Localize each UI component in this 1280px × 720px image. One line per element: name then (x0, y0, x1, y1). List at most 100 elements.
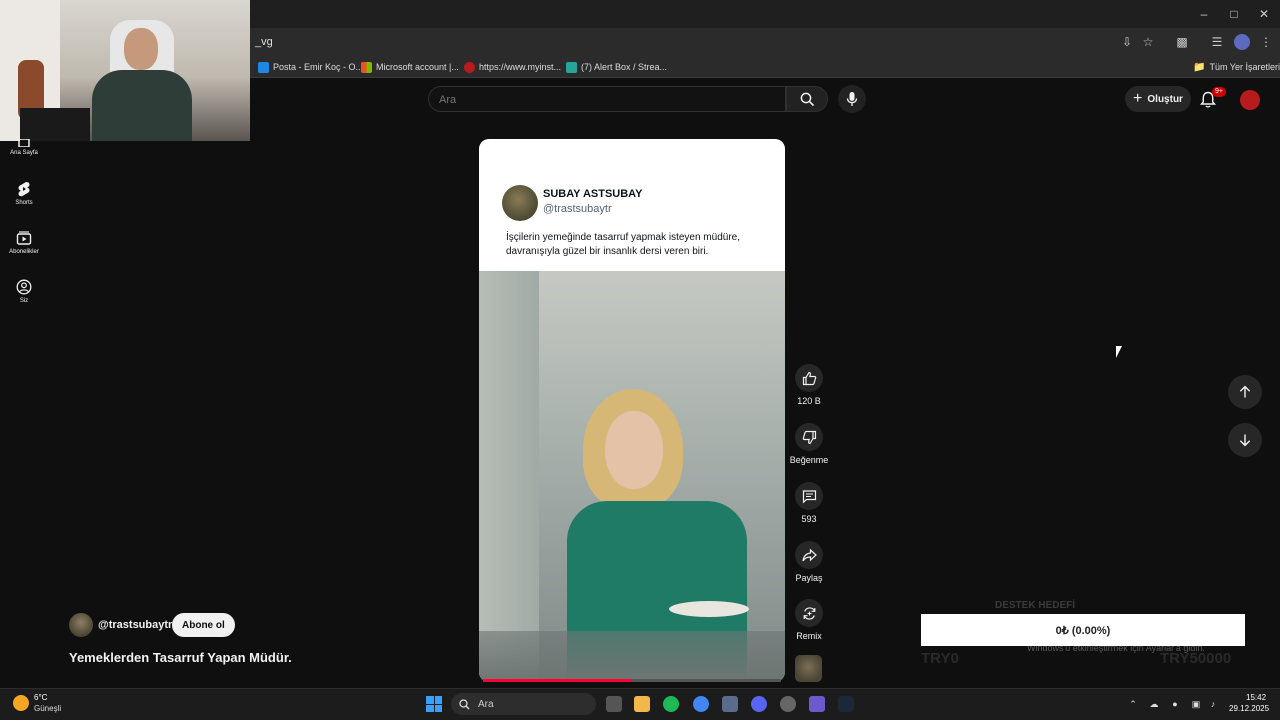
onedrive-icon[interactable]: ☁ (1148, 698, 1160, 710)
video-person-face (605, 411, 663, 489)
webcam-body (92, 70, 192, 141)
video-background-left (479, 271, 539, 682)
weather-condition[interactable]: Güneşli (34, 704, 61, 713)
webcam-desk (20, 108, 90, 141)
bookmark-item[interactable]: Microsoft account |... (361, 60, 459, 74)
bookmark-item[interactable]: (7) Alert Box / Strea... (566, 60, 667, 74)
tweet-avatar (502, 185, 538, 221)
microphone-icon (846, 92, 858, 106)
profile-avatar-icon[interactable] (1234, 34, 1250, 50)
app-icon[interactable] (722, 696, 738, 712)
file-explorer-icon[interactable] (634, 696, 650, 712)
comment-count: 593 (801, 514, 817, 524)
remix-button[interactable]: Remix (789, 599, 829, 641)
share-button[interactable]: Paylaş (789, 541, 829, 583)
sidebar-item-subscriptions[interactable]: Abonelikler (0, 230, 48, 255)
obs-icon[interactable] (780, 696, 796, 712)
tweet-text: İşçilerin yemeğinde tasarruf yapmak iste… (506, 232, 740, 257)
discord-icon[interactable] (751, 696, 767, 712)
arrow-up-icon (1239, 385, 1251, 398)
search-box[interactable] (428, 86, 786, 112)
windows-start-icon[interactable] (426, 696, 442, 712)
webcam-face (124, 28, 158, 70)
video-progress-bar[interactable] (483, 679, 781, 682)
clock-date[interactable]: 29.12.2025 (1229, 704, 1269, 713)
donation-goal-heading: DESTEK HEDEFİ (995, 600, 1076, 611)
donation-max-label: TRY50000 (1160, 650, 1232, 667)
remix-label: Remix (796, 631, 822, 641)
donation-min-label: TRY0 (921, 650, 959, 667)
tweet-author-handle: @trastsubaytr (543, 203, 612, 215)
install-app-icon[interactable]: ⇩ (1119, 34, 1135, 50)
shorts-player[interactable]: SUBAY ASTSUBAY @trastsubaytr İşçilerin y… (479, 139, 785, 682)
account-avatar[interactable] (1240, 90, 1260, 110)
bookmark-item[interactable]: Posta - Emir Koç - O... (258, 60, 363, 74)
dislike-button[interactable]: Beğenme (789, 423, 829, 465)
app-icon[interactable] (809, 696, 825, 712)
comment-icon (802, 489, 816, 504)
thumbs-up-icon (802, 371, 816, 385)
bookmark-star-icon[interactable]: ☆ (1140, 34, 1156, 50)
url-text[interactable]: _vg (255, 36, 273, 48)
subscribe-button[interactable]: Abone ol (172, 613, 235, 637)
arrow-down-icon (1239, 434, 1251, 447)
streamlabs-icon (566, 61, 577, 73)
chevron-up-icon[interactable]: ⌃ (1127, 698, 1139, 710)
notifications-button[interactable]: 9+ (1198, 87, 1226, 111)
video-table (479, 631, 785, 682)
menu-kebab-icon[interactable]: ⋮ (1258, 34, 1274, 50)
sidebar-item-shorts[interactable]: Shorts (0, 181, 48, 206)
tweet-card: SUBAY ASTSUBAY @trastsubaytr İşçilerin y… (479, 139, 785, 271)
like-button[interactable]: 120 B (789, 364, 829, 406)
donation-progress-bar: 0₺ (0.00%) (921, 614, 1245, 646)
home-icon (18, 139, 30, 147)
notification-badge: 9+ (1212, 87, 1226, 97)
next-short-button[interactable] (1228, 423, 1262, 457)
sound-thumbnail[interactable] (795, 655, 822, 682)
spotify-icon[interactable] (663, 696, 679, 712)
media-control-icon[interactable]: ☰ (1209, 34, 1225, 50)
taskbar-search[interactable]: Ara (451, 693, 596, 715)
comments-button[interactable]: 593 (789, 482, 829, 524)
sidebar-item-home[interactable]: Ana Sayfa (0, 139, 48, 156)
close-icon[interactable]: ✕ (1253, 5, 1275, 23)
search-icon (800, 92, 814, 106)
voice-search-button[interactable] (838, 85, 866, 113)
site-icon (464, 61, 475, 73)
all-bookmarks[interactable]: 📁 Tüm Yer İşaretleri (1193, 60, 1280, 74)
video-progress-fill (483, 679, 632, 682)
weather-sun-icon[interactable] (13, 695, 29, 711)
previous-short-button[interactable] (1228, 375, 1262, 409)
remix-icon (803, 606, 815, 620)
share-icon (801, 548, 817, 561)
webcam-overlay (0, 0, 250, 141)
channel-name[interactable]: @trastsubaytr (98, 619, 172, 631)
microsoft-icon (361, 61, 372, 73)
plus-icon: + (1133, 90, 1143, 107)
thumbs-down-icon (802, 430, 816, 444)
weather-temperature[interactable]: 6°C (34, 693, 47, 702)
volume-icon[interactable]: ♪ (1207, 698, 1219, 710)
maximize-icon[interactable]: □ (1223, 5, 1245, 23)
subscriptions-icon (16, 231, 32, 245)
steam-icon[interactable] (838, 696, 854, 712)
search-input[interactable] (439, 92, 769, 108)
tweet-author-name: SUBAY ASTSUBAY (543, 188, 643, 200)
chrome-icon[interactable] (693, 696, 709, 712)
share-label: Paylaş (795, 573, 823, 583)
shorts-icon (18, 182, 30, 197)
sidebar-item-you[interactable]: Siz (0, 279, 48, 304)
clock-time[interactable]: 15:42 (1246, 693, 1266, 702)
search-button[interactable] (786, 86, 828, 112)
extensions-icon[interactable]: ▩ (1174, 34, 1190, 50)
task-view-icon[interactable] (606, 696, 622, 712)
search-icon (459, 698, 470, 709)
create-button[interactable]: + Oluştur (1125, 86, 1191, 112)
network-icon[interactable]: ▣ (1190, 698, 1202, 710)
profile-icon (16, 279, 32, 295)
minimize-icon[interactable]: – (1193, 5, 1215, 23)
bookmark-item[interactable]: https://www.myinst... (464, 60, 561, 74)
folder-icon: 📁 (1193, 61, 1206, 73)
microphone-icon[interactable]: ● (1169, 698, 1181, 710)
channel-avatar[interactable] (69, 613, 93, 637)
